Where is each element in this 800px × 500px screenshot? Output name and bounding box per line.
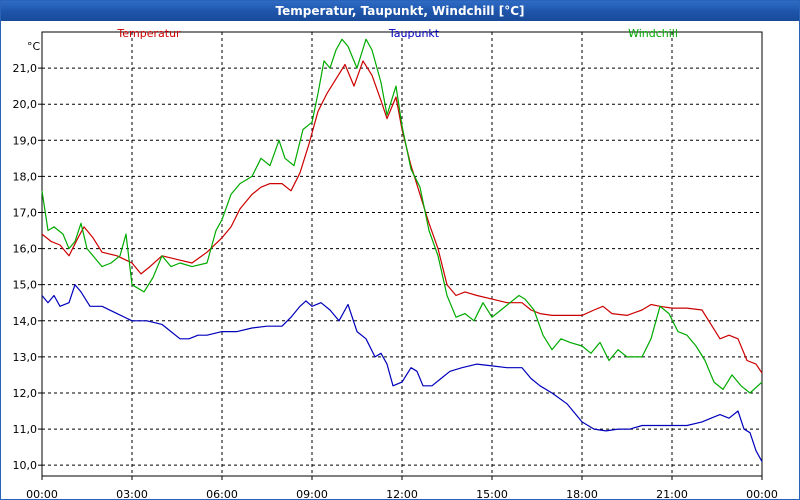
x-tick-label-time: 03:00 bbox=[116, 488, 148, 499]
x-tick-label-time: 00:00 bbox=[746, 488, 778, 499]
x-tick-label-time: 12:00 bbox=[386, 488, 418, 499]
window-title: Temperatur, Taupunkt, Windchill [°C] bbox=[1, 1, 799, 21]
y-tick-label: 19,0 bbox=[13, 134, 38, 147]
legend-temperatur: Temperatur bbox=[116, 27, 181, 40]
x-tick-label-time: 18:00 bbox=[566, 488, 598, 499]
chart-window: Temperatur, Taupunkt, Windchill [°C] 10,… bbox=[0, 0, 800, 500]
x-tick-label-time: 09:00 bbox=[296, 488, 328, 499]
y-tick-label: 18,0 bbox=[13, 170, 38, 183]
y-tick-label: 17,0 bbox=[13, 206, 38, 219]
line-chart: 10,0 11,0 12,0 13,0 14,0 15,0 16,0 17,0 18,0 19,0… bbox=[13, 27, 778, 499]
y-tick-label: 20,0 bbox=[13, 98, 38, 111]
y-tick-label: 16,0 bbox=[13, 243, 38, 256]
y-tick-label: 15,0 bbox=[13, 279, 38, 292]
y-tick-label: 21,0 bbox=[13, 62, 38, 75]
y-tick-label: 14,0 bbox=[13, 315, 38, 328]
legend-taupunkt: Taupunkt bbox=[388, 27, 440, 40]
y-tick-label: 11,0 bbox=[13, 423, 38, 436]
x-tick-label-time: 15:00 bbox=[476, 488, 508, 499]
legend-windchill: Windchill bbox=[628, 27, 678, 40]
y-tick-label: 13,0 bbox=[13, 351, 38, 364]
x-tick-label-time: 00:00 bbox=[26, 488, 58, 499]
y-tick-label: 12,0 bbox=[13, 387, 38, 400]
y-tick-label: 10,0 bbox=[13, 459, 38, 472]
x-tick-label-time: 06:00 bbox=[206, 488, 238, 499]
y-axis-label: °C bbox=[27, 40, 41, 53]
x-tick-label-time: 21:00 bbox=[656, 488, 688, 499]
